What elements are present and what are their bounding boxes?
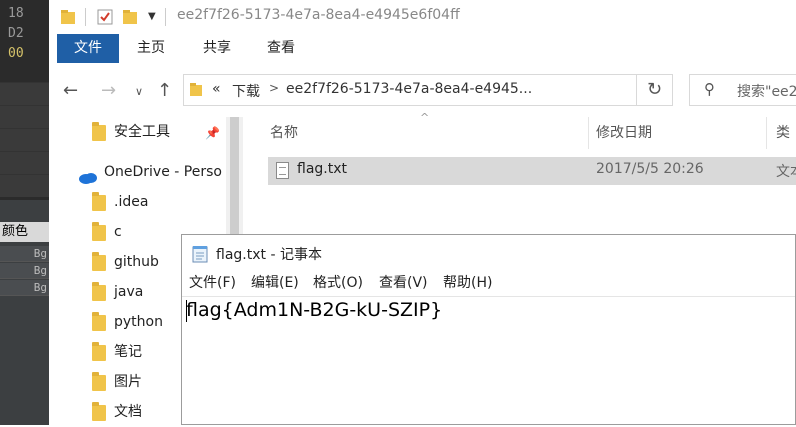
column-header-modified[interactable]: 修改日期 [596, 117, 652, 149]
sort-ascending-icon: ^ [420, 111, 430, 124]
properties-icon[interactable] [97, 9, 113, 29]
nav-item-label: 笔记 [114, 344, 142, 360]
nav-item-label: 文档 [114, 404, 142, 420]
nav-item-label: OneDrive - Perso [104, 164, 222, 180]
recent-locations-chevron-icon[interactable]: ∨ [135, 85, 143, 98]
notepad-text-area[interactable]: flag{Adm1N-B2G-kU-SZIP} [182, 296, 795, 426]
breadcrumb-segment-downloads[interactable]: 下载 [232, 81, 260, 101]
editor-row [0, 105, 49, 128]
notepad-content: flag{Adm1N-B2G-kU-SZIP} [186, 299, 443, 321]
file-type: 文本 [776, 164, 796, 180]
menu-format[interactable]: 格式(O) [313, 271, 363, 295]
title-bar: ▼ ee2f7f26-5173-4e7a-8ea4-e4945e6f04ff [49, 0, 796, 34]
file-name: flag.txt [297, 161, 347, 177]
address-bar[interactable]: « 下载 > ee2f7f26-5173-4e7a-8ea4-e4945... [183, 74, 637, 106]
notepad-icon [192, 245, 208, 267]
notepad-window: flag.txt - 记事本 文件(F) 编辑(E) 格式(O) 查看(V) 帮… [181, 234, 796, 425]
notepad-title: flag.txt - 记事本 [216, 247, 322, 263]
file-modified-date: 2017/5/5 20:26 [596, 161, 704, 177]
folder-icon [92, 252, 106, 271]
line-number: D2 [8, 26, 24, 41]
search-icon: ⚲ [704, 80, 715, 98]
notepad-title-bar: flag.txt - 记事本 [182, 235, 795, 271]
folder-icon [61, 9, 75, 29]
back-arrow-icon[interactable]: ← [63, 80, 78, 101]
nav-item-label: 安全工具 [114, 124, 170, 140]
ribbon-tabs: 文件 主页 共享 查看 [49, 34, 796, 64]
refresh-button[interactable]: ↻ [637, 74, 673, 106]
nav-item-onedrive[interactable]: OneDrive - Perso [49, 157, 229, 187]
folder-icon [92, 372, 106, 391]
tab-view[interactable]: 查看 [255, 34, 307, 63]
editor-row [0, 151, 49, 174]
color-panel-header: 颜色 [0, 222, 51, 242]
folder-icon [92, 342, 106, 361]
column-header-type[interactable]: 类型 [776, 117, 796, 173]
refresh-icon: ↻ [646, 79, 663, 100]
nav-item-label: python [114, 314, 163, 330]
separator [85, 8, 86, 26]
file-row[interactable]: flag.txt 2017/5/5 20:26 文本 [268, 157, 796, 185]
nav-item-label: c [114, 224, 122, 240]
nav-item-label: 图片 [114, 374, 142, 390]
nav-item-security-tools[interactable]: 安全工具 📌 [49, 117, 229, 147]
menu-file[interactable]: 文件(F) [189, 271, 236, 295]
menu-edit[interactable]: 编辑(E) [251, 271, 299, 295]
folder-icon [190, 83, 202, 101]
nav-item-folder[interactable]: .idea [49, 187, 229, 217]
window-title: ee2f7f26-5173-4e7a-8ea4-e4945e6f04ff [177, 7, 460, 23]
tab-home[interactable]: 主页 [125, 34, 177, 63]
overflow-chevrons-icon[interactable]: « [212, 81, 221, 97]
forward-arrow-icon[interactable]: → [101, 80, 116, 101]
pin-icon[interactable]: 📌 [205, 118, 220, 148]
column-divider[interactable] [588, 117, 589, 149]
tab-share[interactable]: 共享 [191, 34, 243, 63]
color-row[interactable]: Bg [0, 280, 49, 296]
folder-icon [92, 122, 106, 141]
tab-file[interactable]: 文件 [57, 34, 119, 63]
color-row[interactable]: Bg [0, 246, 49, 262]
breadcrumb-separator-icon[interactable]: > [269, 81, 279, 95]
color-panel: 颜色 Bg Bg Bg [0, 200, 51, 425]
text-caret [186, 300, 187, 322]
editor-row [0, 82, 49, 105]
search-placeholder: 搜索"ee2 [737, 84, 796, 100]
folder-icon [92, 222, 106, 241]
menu-view[interactable]: 查看(V) [379, 271, 428, 295]
customize-dropdown-icon[interactable]: ▼ [148, 11, 156, 22]
folder-icon [92, 402, 106, 421]
nav-item-label: github [114, 254, 159, 270]
separator [165, 8, 166, 26]
menu-help[interactable]: 帮助(H) [443, 271, 492, 295]
folder-icon [92, 192, 106, 211]
nav-item-label: java [114, 284, 144, 300]
color-row[interactable]: Bg [0, 263, 49, 279]
navigation-bar: ← → ∨ ↑ « 下载 > ee2f7f26-5173-4e7a-8ea4-e… [49, 63, 796, 117]
nav-item-label: .idea [114, 194, 149, 210]
editor-row [0, 128, 49, 151]
up-arrow-icon[interactable]: ↑ [157, 80, 172, 101]
folder-icon [92, 312, 106, 331]
text-file-icon [276, 162, 289, 179]
breadcrumb-segment-current[interactable]: ee2f7f26-5173-4e7a-8ea4-e4945... [286, 81, 532, 97]
notepad-menu-bar: 文件(F) 编辑(E) 格式(O) 查看(V) 帮助(H) [182, 271, 795, 295]
scrollbar-thumb[interactable] [230, 117, 239, 237]
search-input[interactable]: ⚲ 搜索"ee2 [689, 74, 796, 106]
line-number: 00 [8, 46, 24, 61]
column-header-name[interactable]: 名称 [270, 117, 298, 149]
editor-row [0, 174, 49, 197]
line-number: 18 [8, 6, 24, 21]
new-folder-icon[interactable] [123, 9, 137, 29]
folder-icon [92, 282, 106, 301]
column-divider[interactable] [766, 117, 767, 149]
